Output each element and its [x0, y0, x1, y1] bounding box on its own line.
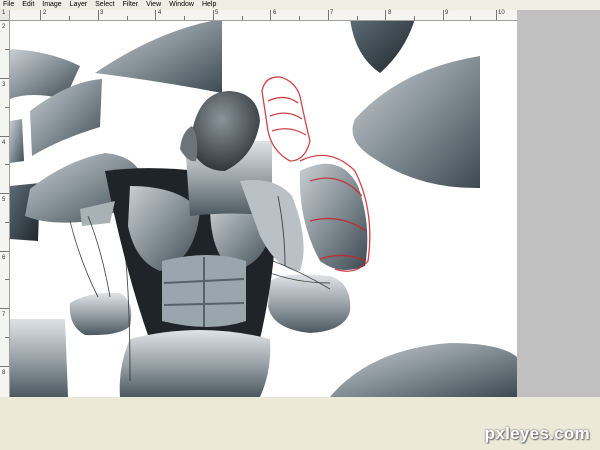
right-forearm: [299, 163, 368, 270]
menu-window[interactable]: Window: [166, 0, 197, 10]
artwork-armored-figure: [10, 21, 517, 397]
menu-select[interactable]: Select: [92, 0, 117, 10]
menu-layer[interactable]: Layer: [67, 0, 91, 10]
shard-top-center: [95, 21, 222, 93]
ruler-label-h1: 1: [2, 10, 6, 16]
horizontal-ruler-ticks: [40, 10, 497, 20]
pelvis-plate: [119, 330, 271, 397]
shard-floating-mid: [268, 274, 351, 333]
menu-image[interactable]: Image: [39, 0, 64, 10]
document-canvas[interactable]: [10, 21, 517, 397]
shard-top-right: [350, 21, 415, 73]
menu-view[interactable]: View: [143, 0, 164, 10]
watermark-logo: pxleyes.com: [484, 424, 590, 443]
shard-bottom-right: [330, 343, 517, 397]
canvas-pasteboard: [517, 10, 600, 397]
shard-floating-left: [69, 292, 132, 336]
menu-file[interactable]: File: [0, 0, 17, 10]
shard-bottom-left: [10, 319, 68, 397]
menu-edit[interactable]: Edit: [19, 0, 37, 10]
menu-help[interactable]: Help: [199, 0, 219, 10]
workspace-bottom: pxleyes.com: [0, 397, 600, 450]
vertical-ruler-ticks: [0, 20, 9, 367]
horizontal-ruler[interactable]: 1 2 3 4 5 6 7 8 9 10 11: [2, 10, 517, 21]
vertical-ruler[interactable]: 2 3 4 5 6 7 8 9: [0, 20, 10, 397]
shard-right: [352, 56, 480, 189]
shard-left-small: [10, 119, 24, 163]
menu-filter[interactable]: Filter: [120, 0, 142, 10]
